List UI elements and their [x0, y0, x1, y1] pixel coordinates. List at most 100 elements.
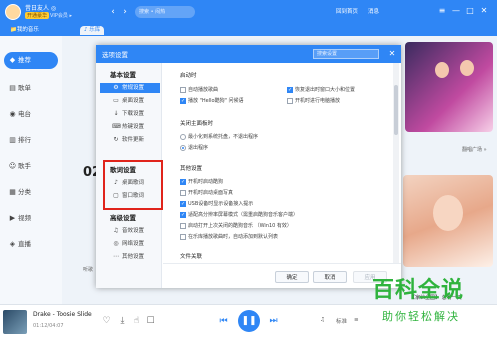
radio-button[interactable] — [180, 134, 186, 140]
checkbox[interactable] — [287, 86, 293, 94]
ok-button[interactable]: 确定 — [275, 271, 309, 283]
refresh-icon: ↻ — [113, 136, 119, 143]
nav-item-hotkey[interactable]: ⌨ 热键设置 — [100, 122, 160, 132]
nav-item-desktop[interactable]: ▭ 桌面设置 — [100, 96, 160, 106]
option-boot-play[interactable]: 开机时进行电脑播放 — [287, 97, 340, 105]
more-link[interactable]: 翻唱广场 » — [462, 146, 487, 153]
section-title-file-assoc: 文件关联 — [180, 254, 203, 260]
nav-item-label: 热键设置 — [122, 124, 145, 130]
link-home[interactable]: 回到首页 — [336, 7, 358, 15]
nav-item-download[interactable]: ↓ 下载设置 — [100, 109, 160, 119]
sidebar-item-radio[interactable]: ◉ 电台 — [4, 106, 58, 123]
singer-face — [460, 60, 474, 76]
option-restore-window[interactable]: 恢复退出时窗口大小和位置 — [287, 86, 355, 94]
live-icon: ◈ — [9, 240, 16, 248]
lyrics-toggle[interactable]: ♫ — [320, 317, 325, 323]
vip-badge[interactable]: 开通豪华 — [25, 12, 50, 19]
vip-link[interactable]: VIP会员 ▸ — [50, 12, 72, 19]
heart-icon[interactable]: ♡ — [101, 315, 112, 327]
sidebar-item-recommend[interactable]: ◆ 推荐 — [4, 52, 58, 69]
playlist-icon: ▤ — [9, 84, 16, 92]
prev-icon[interactable]: ⏮ — [218, 315, 229, 327]
option-auto-play[interactable]: 自动播放歌曲 — [180, 86, 218, 94]
tab-library[interactable]: ♪ 乐库 — [80, 26, 105, 35]
option-minimize-tray[interactable]: 最小化到系统托盘，不退出程序 — [180, 133, 258, 141]
option-label: 播放 "Hello酷狗" 问候语 — [188, 98, 244, 104]
song-title[interactable]: Drake - Toosie Slide — [33, 311, 92, 318]
album-cover-image[interactable] — [403, 175, 493, 267]
option-auto-add-list[interactable]: 在乐库播放歌曲时，自动添加到默认列表 — [180, 233, 278, 241]
radio-button[interactable] — [180, 145, 186, 151]
nav-item-sound[interactable]: ♫ 音效设置 — [100, 226, 160, 236]
checkbox[interactable] — [180, 87, 186, 93]
playlist-toggle[interactable]: ≡ — [354, 317, 359, 323]
checkbox[interactable] — [180, 223, 186, 229]
nav-item-general[interactable]: ⚙ 常规设置 — [100, 83, 160, 93]
option-exit-program[interactable]: 退出程序 — [180, 144, 208, 152]
quality-toggle[interactable]: 标准 — [336, 317, 347, 325]
chevron-right-icon[interactable]: › — [120, 6, 130, 18]
option-label: 最小化到系统托盘，不退出程序 — [188, 134, 259, 140]
sidebar-item-singer[interactable]: ☺ 歌手 — [4, 158, 58, 175]
section-label[interactable]: 听歌 — [83, 266, 93, 273]
sidebar-item-live[interactable]: ◈ 直播 — [4, 236, 58, 253]
search-input[interactable]: 搜索 • 闷热 — [135, 6, 195, 18]
chevron-left-icon[interactable]: ‹ — [108, 6, 118, 18]
close-icon[interactable]: ✕ — [479, 5, 489, 17]
sidebar-item-category[interactable]: ▦ 分类 — [4, 184, 58, 201]
avatar[interactable] — [5, 4, 21, 20]
nav-section-advanced: 高级设置 — [110, 214, 136, 222]
checkbox[interactable] — [180, 178, 186, 186]
settings-body: 启动时 自动播放歌曲 恢复退出时窗口大小和位置 播放 "Hello酷狗" 问候语… — [163, 63, 393, 263]
close-icon[interactable]: ✕ — [387, 48, 397, 59]
sidebar-item-playlist[interactable]: ▤ 歌单 — [4, 80, 58, 97]
username[interactable]: 昔日友人 ◎ — [25, 3, 56, 12]
option-boot-start[interactable]: 开机时启动酷狗 — [180, 178, 223, 186]
nav-item-label: 音效设置 — [122, 228, 145, 234]
checkbox[interactable] — [180, 234, 186, 240]
settings-search-input[interactable]: 搜索设置 — [313, 49, 379, 59]
sidebar-item-label: 分类 — [18, 188, 31, 196]
section-title-other: 其他设置 — [180, 166, 203, 172]
sidebar-item-label: 电台 — [18, 110, 31, 118]
option-label: 适配高分辨率屏幕模式（需重启酷狗音乐客户端） — [188, 212, 299, 218]
play-pause-icon[interactable]: ❚❚ — [238, 310, 260, 332]
sidebar-item-chart[interactable]: ▥ 排行 — [4, 132, 58, 149]
nav-item-other[interactable]: ⋯ 其他设置 — [100, 252, 160, 262]
checkbox[interactable] — [287, 98, 293, 104]
checkbox[interactable] — [180, 211, 186, 219]
singer-face — [435, 62, 449, 78]
banner-image[interactable] — [405, 42, 493, 132]
watermark-subtitle: 助你轻松解决 — [382, 310, 460, 323]
option-label: USB设备时显示设备接入提示 — [188, 201, 254, 207]
checkbox[interactable] — [180, 200, 186, 208]
option-reopen-last[interactable]: 启动打开上次关闭的酷狗音乐 （Win10 有效） — [180, 222, 292, 230]
sidebar-item-video[interactable]: ▶ 视频 — [4, 210, 58, 227]
minimize-icon[interactable]: — — [451, 5, 461, 17]
diamond-icon: ◆ — [9, 56, 16, 64]
option-label: 恢复退出时窗口大小和位置 — [295, 87, 356, 93]
section-title-close-panel: 关闭主面板时 — [180, 121, 214, 127]
maximize-icon[interactable]: □ — [465, 5, 475, 17]
nav-item-update[interactable]: ↻ 软件更新 — [100, 135, 160, 145]
next-icon[interactable]: ⏭ — [268, 315, 279, 327]
tab-my-music[interactable]: 📁我的音乐 — [6, 26, 43, 35]
nav-item-network[interactable]: ◎ 网络设置 — [100, 239, 160, 249]
section-title-startup: 启动时 — [180, 73, 197, 79]
menu-icon[interactable]: ≡ — [437, 5, 447, 17]
comment-icon[interactable]: ☐ — [145, 315, 156, 327]
option-hello-greeting[interactable]: 播放 "Hello酷狗" 问候语 — [180, 97, 243, 105]
download-icon[interactable]: ⤓ — [117, 315, 128, 327]
album-cover[interactable] — [3, 310, 27, 334]
checkbox[interactable] — [180, 97, 186, 105]
thumb-icon[interactable]: ☝ — [131, 315, 142, 327]
scrollbar-thumb[interactable] — [394, 85, 398, 135]
link-messages[interactable]: 消息 — [368, 7, 379, 15]
checkbox[interactable] — [180, 190, 186, 196]
cancel-button[interactable]: 取消 — [313, 271, 347, 283]
option-usb-prompt[interactable]: USB设备时显示设备接入提示 — [180, 200, 253, 208]
option-boot-desktop-photo[interactable]: 开机时启动桌面写真 — [180, 189, 233, 197]
option-high-dpi[interactable]: 适配高分辨率屏幕模式（需重启酷狗音乐客户端） — [180, 211, 298, 219]
option-label: 启动打开上次关闭的酷狗音乐 （Win10 有效） — [188, 223, 292, 229]
gear-icon: ⚙ — [113, 84, 119, 91]
